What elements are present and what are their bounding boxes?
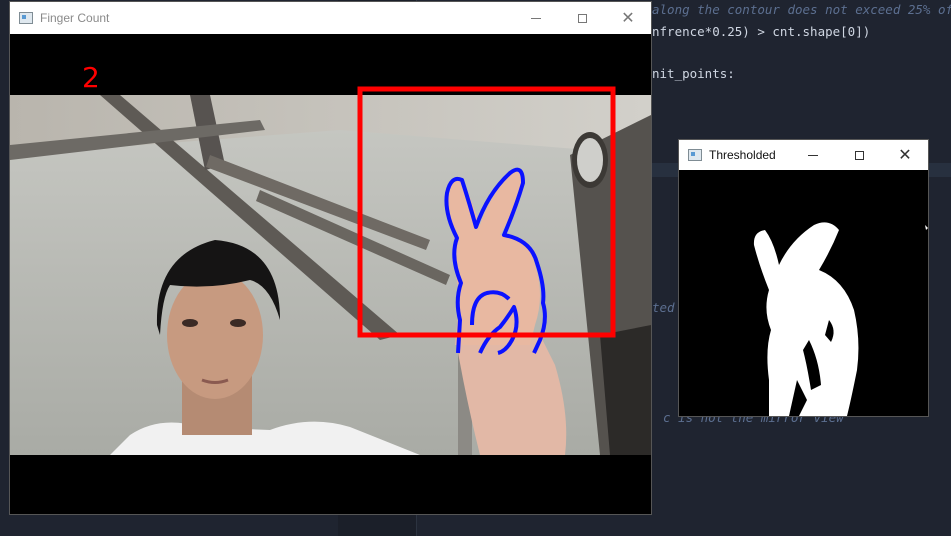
opencv-window-icon: [19, 12, 33, 24]
minimize-button[interactable]: [513, 2, 559, 34]
close-icon: ✕: [621, 8, 635, 27]
minimize-icon: [808, 154, 818, 156]
maximize-icon: [854, 150, 864, 160]
code-line: nfrence*0.25) > cnt.shape[0]): [652, 24, 871, 39]
finger-count-value: 2: [82, 61, 100, 94]
window-title: Thresholded: [709, 148, 776, 162]
thresholded-titlebar[interactable]: Thresholded ✕: [679, 140, 928, 170]
window-title: Finger Count: [40, 11, 110, 25]
finger-count-window[interactable]: Finger Count ✕ 2: [10, 2, 651, 514]
close-button[interactable]: ✕: [882, 140, 928, 170]
finger-count-titlebar[interactable]: Finger Count ✕: [10, 2, 651, 34]
threshold-mask: [679, 170, 928, 416]
camera-scene: [10, 95, 651, 455]
thresholded-window[interactable]: Thresholded ✕: [679, 140, 928, 416]
maximize-button[interactable]: [559, 2, 605, 34]
maximize-icon: [577, 13, 587, 23]
code-line: along the contour does not exceed 25% of…: [652, 2, 951, 17]
code-line: nit_points:: [652, 66, 735, 81]
letterbox-bottom: [10, 455, 651, 514]
close-button[interactable]: ✕: [605, 2, 651, 34]
maximize-button[interactable]: [836, 140, 882, 170]
minimize-icon: [531, 17, 541, 19]
minimize-button[interactable]: [790, 140, 836, 170]
webcam-frame: 2: [10, 35, 651, 514]
opencv-window-icon: [688, 149, 702, 161]
close-icon: ✕: [898, 145, 912, 164]
code-line: ted: [652, 300, 675, 315]
letterbox-top: [10, 35, 651, 95]
